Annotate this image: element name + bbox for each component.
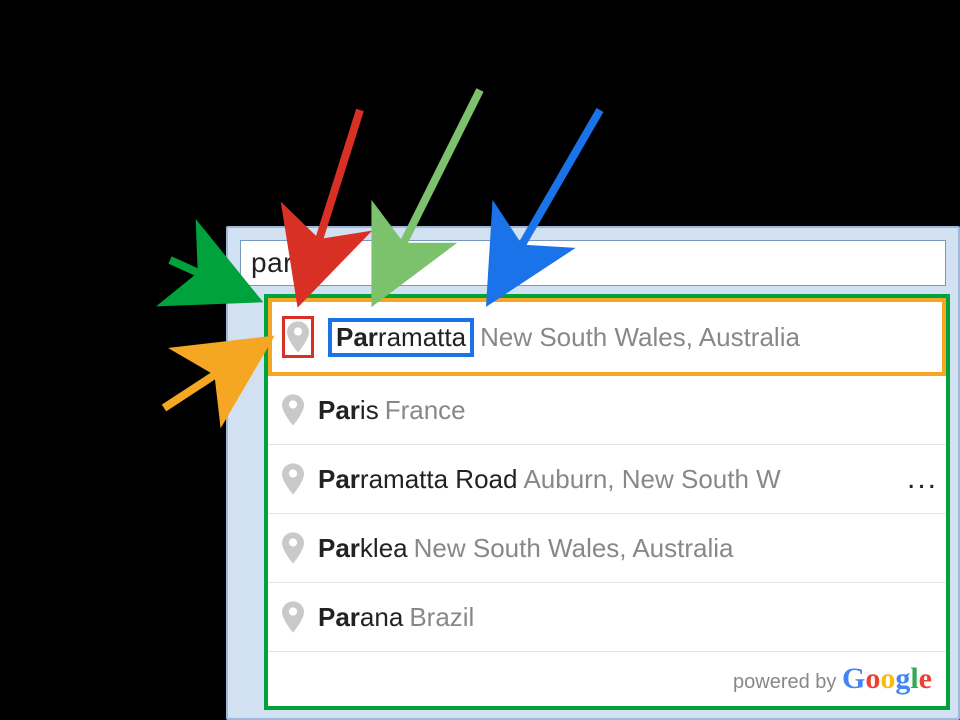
suggestion-rest: ramatta	[378, 322, 466, 352]
suggestion-secondary: New South Wales, Australia	[480, 322, 800, 353]
suggestions-dropdown: Parramatta New South Wales, Australia Pa…	[264, 294, 950, 710]
suggestion-match: Par	[318, 464, 360, 494]
pin-marker-icon	[282, 601, 304, 633]
autocomplete-widget: par Parramatta New South Wales, Australi…	[226, 226, 960, 720]
search-input-value: par	[251, 247, 293, 279]
text-caret	[294, 248, 295, 278]
suggestion-secondary: France	[385, 395, 466, 426]
suggestion-match: Par	[318, 395, 360, 425]
pin-marker-icon	[282, 463, 304, 495]
google-logo: Google	[842, 662, 932, 695]
suggestion-item[interactable]: Parana Brazil	[268, 583, 946, 652]
pin-marker-icon	[282, 316, 314, 358]
suggestion-secondary: Brazil	[409, 602, 474, 633]
suggestion-match: Par	[336, 322, 378, 352]
suggestion-match: Par	[318, 602, 360, 632]
pin-marker-icon	[282, 394, 304, 426]
search-input[interactable]: par	[240, 240, 946, 286]
suggestion-match: Par	[318, 533, 360, 563]
pin-marker-icon	[282, 532, 304, 564]
attribution-prefix: powered by	[733, 671, 842, 693]
suggestion-secondary: Auburn, New South W	[523, 464, 780, 495]
suggestion-rest: is	[360, 395, 379, 425]
suggestion-rest: ana	[360, 602, 403, 632]
overflow-ellipsis: ...	[901, 462, 938, 496]
suggestion-rest: ramatta Road	[360, 464, 518, 494]
suggestion-rest: klea	[360, 533, 408, 563]
suggestion-secondary: New South Wales, Australia	[414, 533, 734, 564]
attribution: powered by Google	[268, 652, 946, 706]
suggestion-item[interactable]: Paris France	[268, 376, 946, 445]
suggestion-item[interactable]: Parramatta New South Wales, Australia	[268, 298, 946, 376]
suggestion-name-highlight: Parramatta	[328, 318, 474, 357]
suggestion-item[interactable]: Parklea New South Wales, Australia	[268, 514, 946, 583]
suggestion-item[interactable]: Parramatta Road Auburn, New South W ...	[268, 445, 946, 514]
